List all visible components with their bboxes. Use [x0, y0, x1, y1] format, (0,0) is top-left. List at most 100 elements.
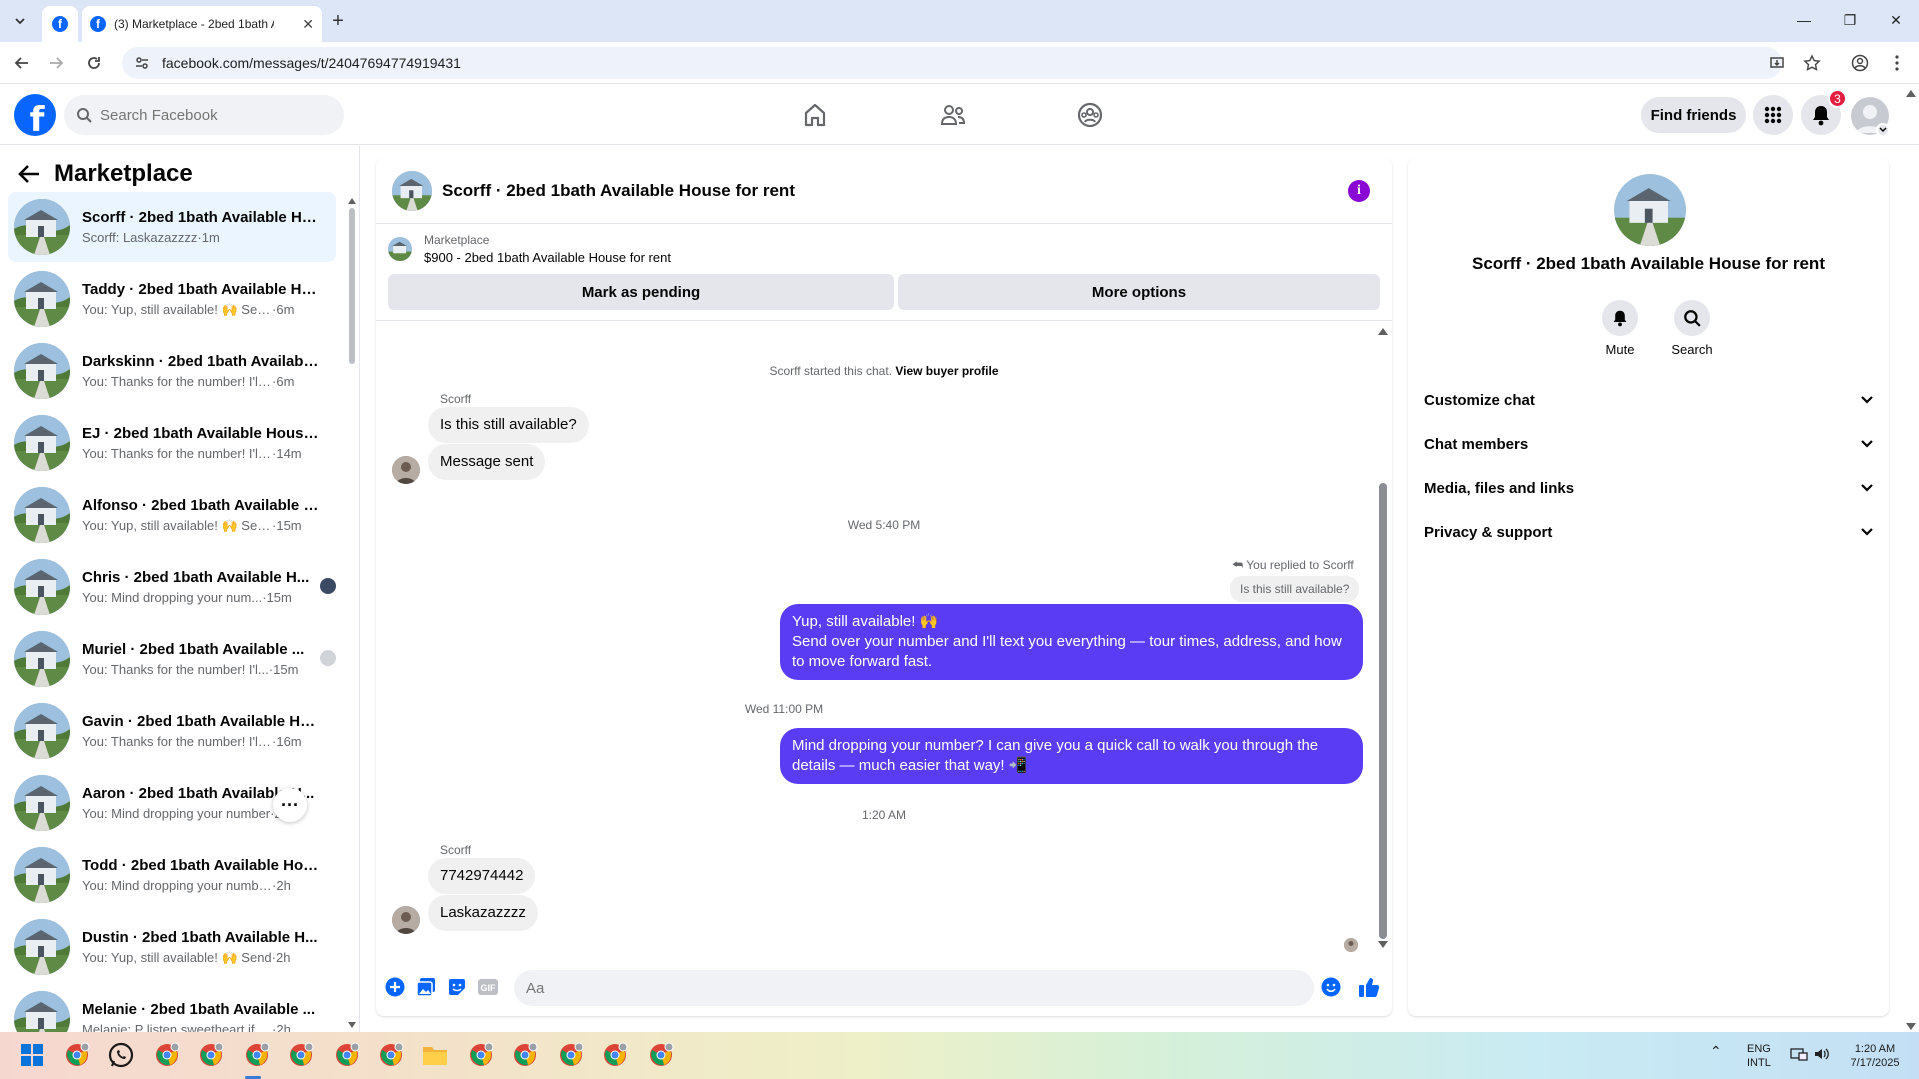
reply-quote[interactable]: Is this still available?	[1230, 576, 1360, 602]
chrome-profile-icon[interactable]	[242, 1040, 272, 1070]
media-files-links-row[interactable]: Media, files and links	[1424, 468, 1874, 508]
conversation-item[interactable]: Taddy · 2bed 1bath Available Ho... You: Y…	[8, 264, 336, 334]
mute-button[interactable]: Mute	[1590, 300, 1650, 357]
chrome-profile-icon[interactable]	[196, 1040, 226, 1070]
gif-icon[interactable]: GIF	[477, 976, 499, 998]
photo-icon[interactable]	[415, 976, 437, 998]
address-bar[interactable]: facebook.com/messages/t/2404769477491943…	[122, 47, 1782, 79]
close-window-icon[interactable]: ✕	[1873, 0, 1919, 40]
message-bubble[interactable]: Message sent	[428, 444, 546, 480]
groups-icon[interactable]	[1070, 95, 1110, 135]
conversation-item[interactable]: EJ · 2bed 1bath Available House ... You: …	[8, 408, 336, 478]
active-browser-tab[interactable]: f (3) Marketplace - 2bed 1bath A ✕	[82, 6, 322, 42]
windows-taskbar: ⌃ ENG INTL 1:20 AM 7/17/2025	[0, 1032, 1919, 1079]
sidebar-scroll-thumb[interactable]	[349, 208, 355, 364]
chat-members-row[interactable]: Chat members	[1424, 424, 1874, 464]
minimize-icon[interactable]: —	[1781, 0, 1827, 40]
message-bubble[interactable]: 7742974442	[428, 858, 536, 894]
sticker-icon[interactable]	[446, 976, 468, 998]
message-bubble[interactable]: Is this still available?	[428, 407, 589, 443]
chrome-profile-icon[interactable]	[646, 1040, 676, 1070]
chrome-profile-icon[interactable]	[600, 1040, 630, 1070]
browser-menu-icon[interactable]	[1885, 51, 1909, 75]
chat-listing-avatar[interactable]	[392, 170, 432, 211]
message-input-box[interactable]	[514, 970, 1314, 1006]
conversation-item[interactable]: Chris · 2bed 1bath Available H... You: Mi…	[8, 552, 336, 622]
close-tab-icon[interactable]: ✕	[302, 16, 314, 33]
customize-chat-row[interactable]: Customize chat	[1424, 380, 1874, 420]
conversation-item[interactable]: Todd · 2bed 1bath Available Hou... You: M…	[8, 840, 336, 910]
new-tab-icon[interactable]: +	[326, 9, 350, 33]
info-icon[interactable]: i	[1348, 180, 1370, 202]
my-message-bubble[interactable]: Yup, still available! 🙌 Send over your n…	[780, 604, 1363, 680]
conversation-time: 2h	[276, 949, 291, 965]
windows-start-icon[interactable]	[17, 1040, 47, 1070]
clock[interactable]: 1:20 AM 7/17/2025	[1840, 1042, 1910, 1070]
thumbs-up-icon[interactable]	[1358, 976, 1380, 998]
forward-icon[interactable]	[44, 51, 68, 75]
conversation-item[interactable]: Muriel · 2bed 1bath Available ... You: Th…	[8, 624, 336, 694]
menu-grid-icon[interactable]	[1753, 95, 1793, 135]
my-message-bubble[interactable]: Mind dropping your number? I can give yo…	[780, 728, 1363, 784]
conversation-item[interactable]: Scorff · 2bed 1bath Available Ho... Scorf…	[8, 192, 336, 262]
conversation-item[interactable]: Dustin · 2bed 1bath Available H... You: Y…	[8, 912, 336, 982]
listing-title[interactable]: $900 - 2bed 1bath Available House for re…	[424, 250, 671, 265]
conversation-item[interactable]: Alfonso · 2bed 1bath Available H... You: …	[8, 480, 336, 550]
language-indicator[interactable]: ENG INTL	[1747, 1042, 1771, 1070]
listing-thumbnail[interactable]	[388, 237, 412, 261]
page-scrollbar[interactable]	[1906, 86, 1919, 1032]
conversation-time: 15m	[266, 590, 292, 605]
volume-icon[interactable]	[1813, 1046, 1831, 1062]
tab-search-chevron-icon[interactable]	[8, 9, 32, 33]
search-input[interactable]	[100, 106, 320, 124]
listing-avatar-large[interactable]	[1614, 174, 1686, 246]
seen-avatar	[320, 578, 336, 594]
chrome-profile-icon[interactable]	[152, 1040, 182, 1070]
pinned-facebook-tab[interactable]: f	[42, 6, 78, 42]
emoji-icon[interactable]	[1320, 976, 1342, 998]
facebook-logo-icon[interactable]: f	[14, 94, 56, 136]
back-arrow-icon[interactable]	[18, 164, 40, 184]
conversation-item[interactable]: Darkskinn · 2bed 1bath Available... You: …	[8, 336, 336, 406]
conversation-item[interactable]: Melanie · 2bed 1bath Available ... Melani…	[8, 984, 336, 1032]
facebook-search[interactable]	[64, 95, 344, 135]
network-icon[interactable]	[1790, 1046, 1808, 1062]
chrome-profile-icon[interactable]	[556, 1040, 586, 1070]
install-app-icon[interactable]	[1765, 51, 1789, 75]
search-in-chat-button[interactable]: Search	[1662, 300, 1722, 357]
plus-circle-icon[interactable]	[384, 976, 406, 998]
find-friends-button[interactable]: Find friends	[1641, 97, 1746, 133]
chrome-profile-icon[interactable]	[62, 1040, 92, 1070]
file-explorer-icon[interactable]	[420, 1040, 450, 1070]
tray-overflow-chevron-icon[interactable]: ⌃	[1710, 1044, 1722, 1058]
bookmark-star-icon[interactable]	[1800, 51, 1824, 75]
chrome-profile-icon[interactable]	[376, 1040, 406, 1070]
chat-scroll-thumb[interactable]	[1379, 483, 1387, 939]
message-bubble[interactable]: Laskazazzzz	[428, 895, 538, 931]
conversation-name: Taddy · 2bed 1bath Available Ho...	[82, 280, 320, 298]
message-input[interactable]	[526, 979, 1266, 997]
profile-icon[interactable]	[1848, 51, 1872, 75]
restore-icon[interactable]: ❐	[1827, 0, 1873, 40]
chrome-profile-icon[interactable]	[466, 1040, 496, 1070]
sidebar-header: Marketplace	[18, 160, 193, 188]
mark-as-pending-button[interactable]: Mark as pending	[388, 274, 894, 310]
reload-icon[interactable]	[82, 51, 106, 75]
back-icon[interactable]	[10, 51, 34, 75]
sender-avatar[interactable]	[392, 456, 420, 484]
whatsapp-icon[interactable]	[106, 1040, 136, 1070]
chrome-profile-icon[interactable]	[286, 1040, 316, 1070]
friends-icon[interactable]	[933, 95, 973, 135]
privacy-support-row[interactable]: Privacy & support	[1424, 512, 1874, 552]
more-options-button[interactable]: More options	[898, 274, 1380, 310]
site-settings-icon[interactable]	[134, 55, 150, 71]
account-chevron-down-icon[interactable]	[1876, 123, 1890, 137]
view-buyer-profile-link[interactable]: View buyer profile	[895, 364, 998, 378]
conversation-more-icon[interactable]: ···	[273, 788, 307, 822]
chrome-profile-icon[interactable]	[332, 1040, 362, 1070]
marketplace-label: Marketplace	[424, 233, 490, 247]
chrome-profile-icon[interactable]	[510, 1040, 540, 1070]
sender-avatar[interactable]	[392, 906, 420, 934]
home-icon[interactable]	[795, 95, 835, 135]
chat-title[interactable]: Scorff · 2bed 1bath Available House for …	[442, 181, 795, 201]
